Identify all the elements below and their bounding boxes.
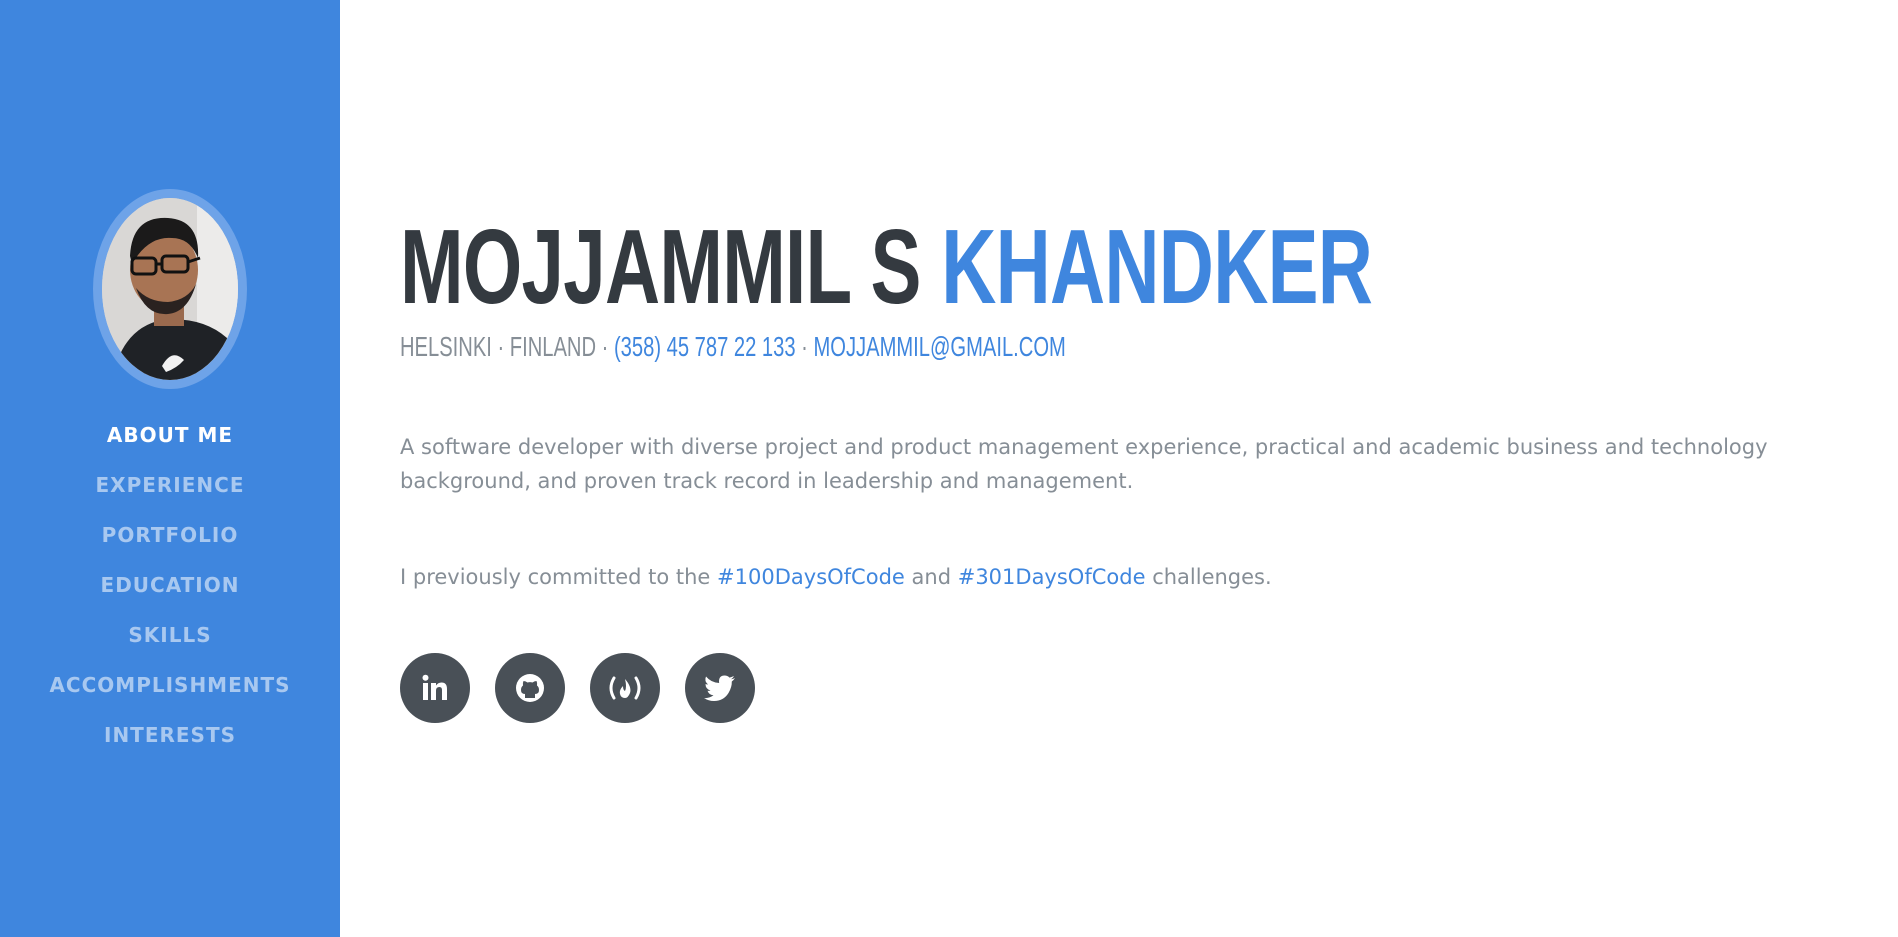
- social-links: [400, 653, 755, 723]
- contact-separator: ·: [801, 331, 808, 362]
- nav-item-experience[interactable]: EXPERIENCE: [0, 467, 340, 517]
- challenge-mid: and: [911, 565, 952, 589]
- contact-line: HELSINKI · FINLAND · (358) 45 787 22 133…: [400, 329, 1066, 365]
- last-name: KHANDKER: [941, 208, 1373, 326]
- challenge-text: I previously committed to the #100DaysOf…: [400, 560, 1800, 594]
- nav-item-skills[interactable]: SKILLS: [0, 617, 340, 667]
- email-link[interactable]: MOJJAMMIL@GMAIL.COM: [813, 331, 1065, 362]
- freecodecamp-button[interactable]: [590, 653, 660, 723]
- profile-photo: [102, 198, 238, 380]
- twitter-icon: [704, 675, 735, 701]
- challenge-link-301days[interactable]: #301DaysOfCode: [958, 565, 1146, 589]
- freecodecamp-icon: [609, 676, 641, 700]
- bio-text: A software developer with diverse projec…: [400, 435, 1768, 493]
- challenge-prefix: I previously committed to the: [400, 565, 711, 589]
- nav-item-accomplishments[interactable]: ACCOMPLISHMENTS: [0, 667, 340, 717]
- twitter-button[interactable]: [685, 653, 755, 723]
- challenge-suffix: challenges.: [1152, 565, 1272, 589]
- first-name: MOJJAMMIL S: [400, 208, 921, 326]
- nav-item-about[interactable]: ABOUT ME: [0, 417, 340, 467]
- phone-link[interactable]: (358) 45 787 22 133: [614, 331, 796, 362]
- sidebar-nav: ABOUT ME EXPERIENCE PORTFOLIO EDUCATION …: [0, 417, 340, 767]
- linkedin-icon: [422, 674, 447, 700]
- sidebar: ABOUT ME EXPERIENCE PORTFOLIO EDUCATION …: [0, 0, 340, 937]
- nav-item-portfolio[interactable]: PORTFOLIO: [0, 517, 340, 567]
- location: HELSINKI · FINLAND ·: [400, 331, 609, 362]
- linkedin-button[interactable]: [400, 653, 470, 723]
- nav-item-education[interactable]: EDUCATION: [0, 567, 340, 617]
- challenge-link-100days[interactable]: #100DaysOfCode: [717, 565, 905, 589]
- page-title: MOJJAMMIL S KHANDKER: [400, 212, 1373, 322]
- avatar-ring: [93, 189, 247, 389]
- avatar[interactable]: [102, 198, 238, 380]
- github-button[interactable]: [495, 653, 565, 723]
- github-icon: [516, 674, 544, 702]
- nav-item-interests[interactable]: INTERESTS: [0, 717, 340, 767]
